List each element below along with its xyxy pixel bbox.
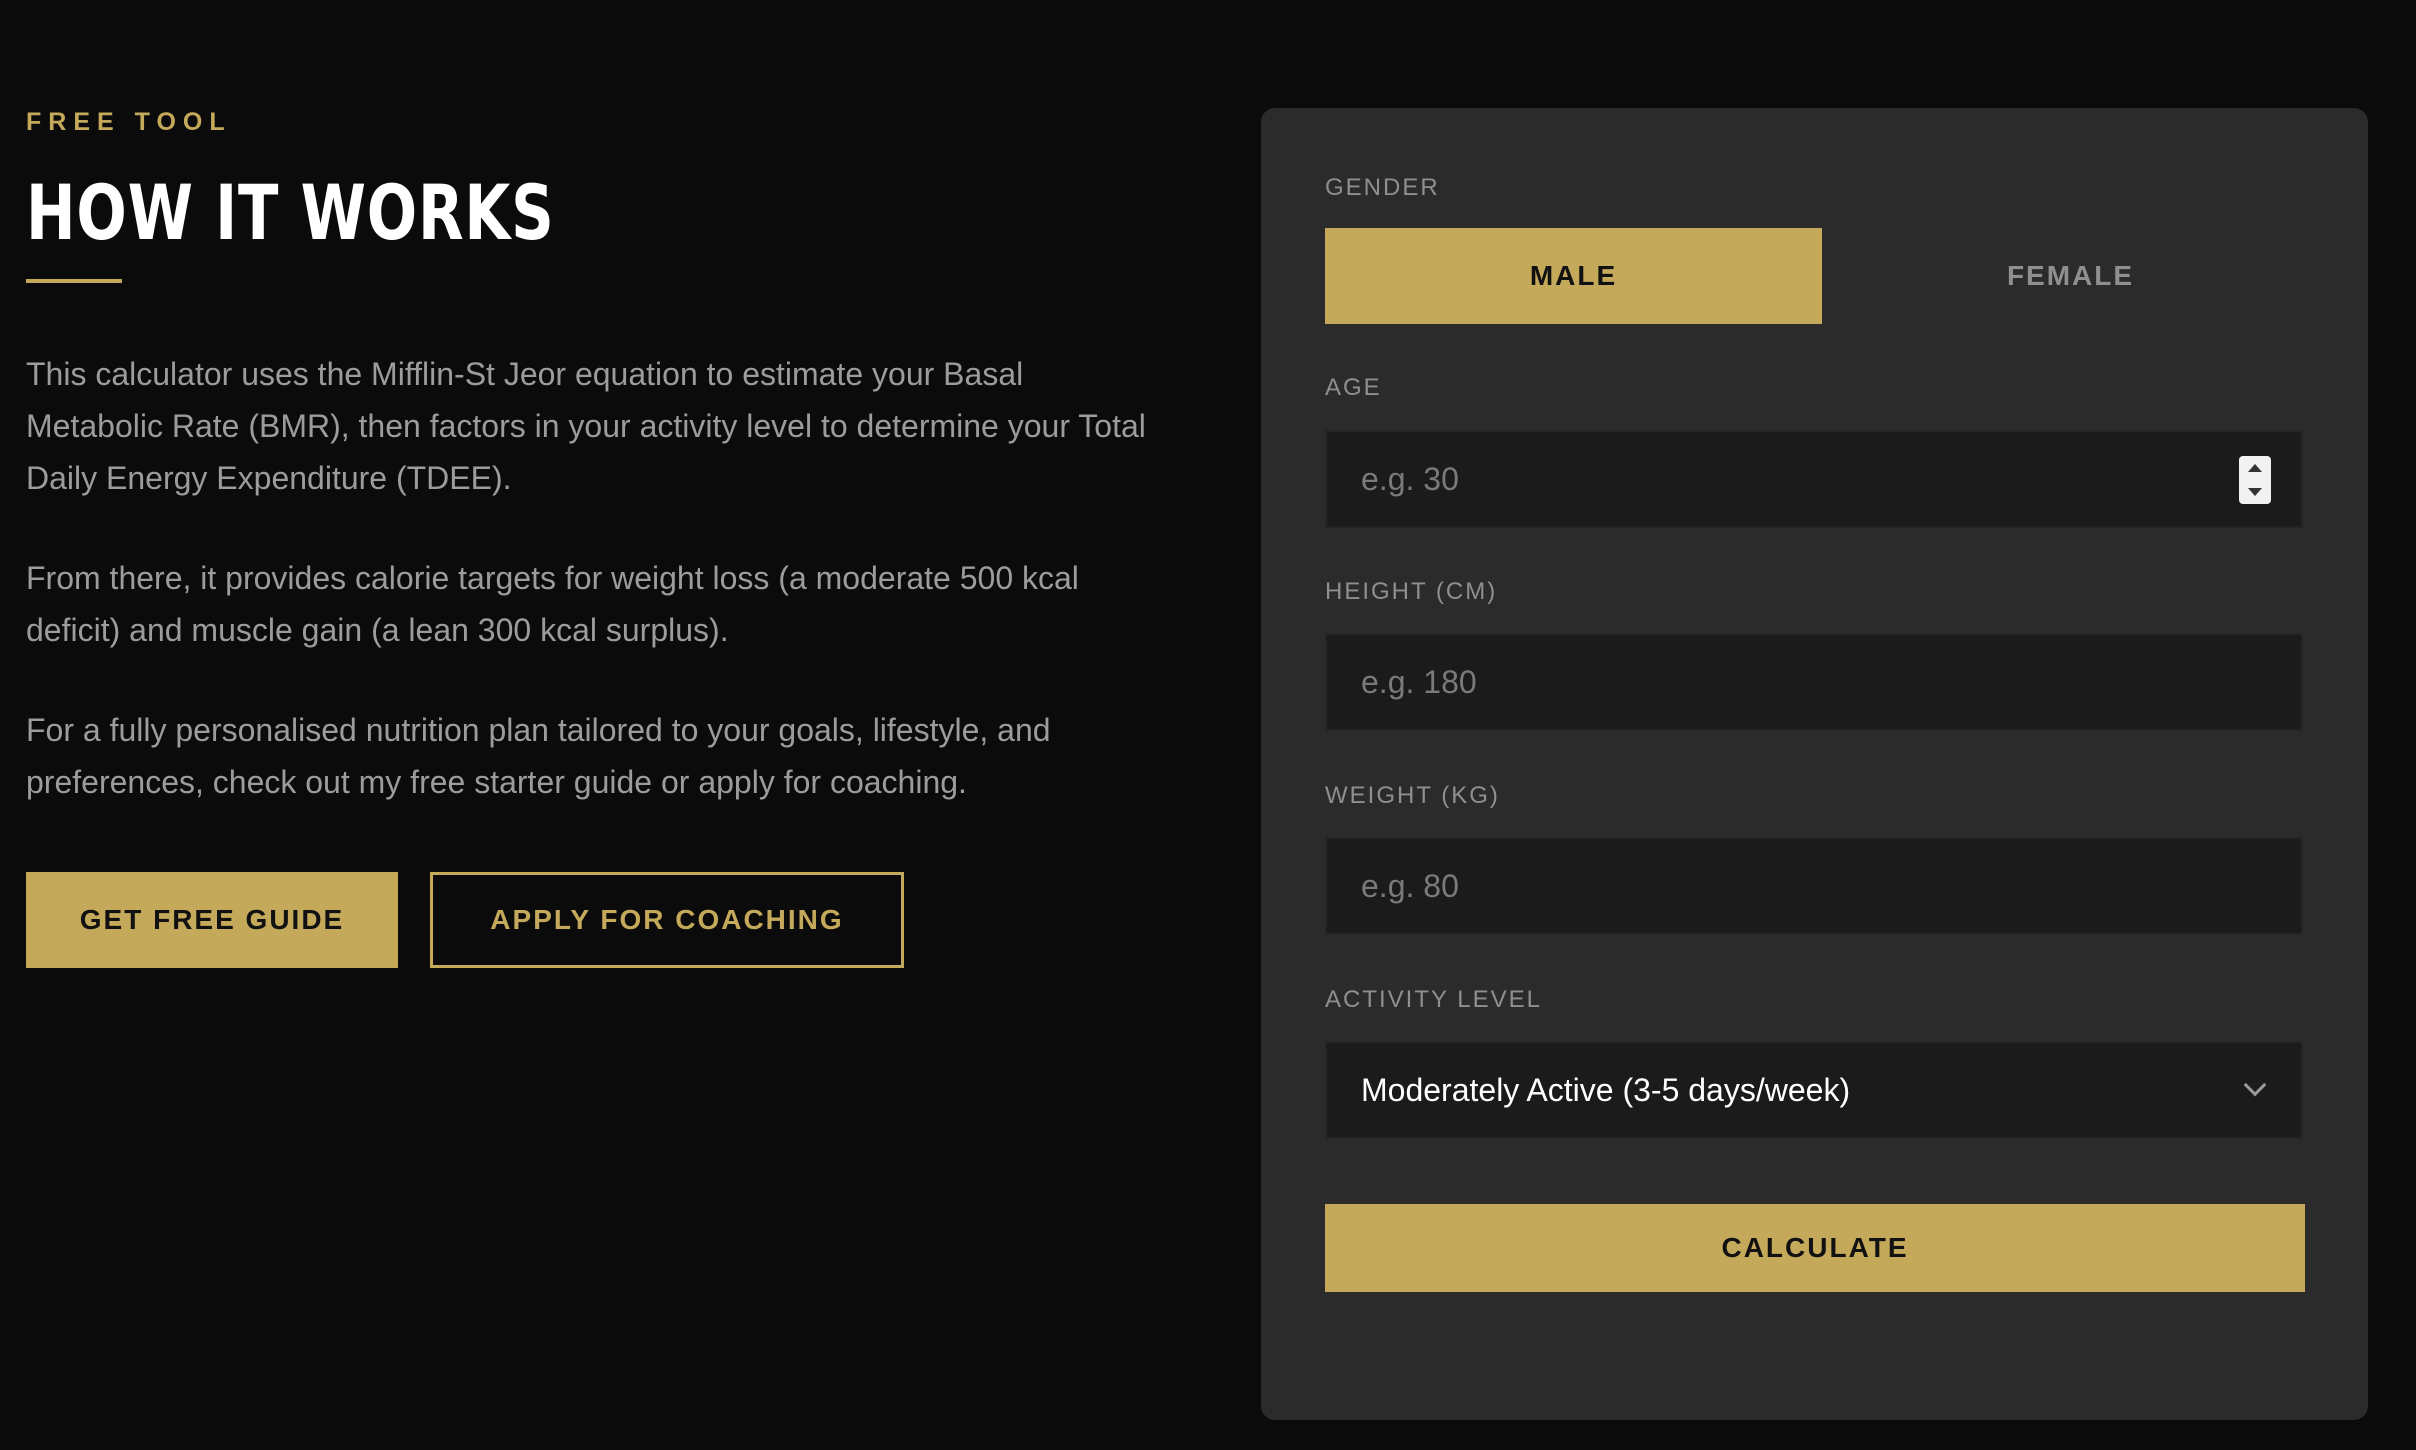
page: FREE TOOL HOW IT WORKS This calculator u…: [0, 0, 2416, 1450]
chevron-down-icon: [2243, 1073, 2267, 1097]
gender-label: GENDER: [1325, 174, 1440, 201]
targets-paragraph: From there, it provides calorie targets …: [26, 560, 1079, 648]
apply-for-coaching-button[interactable]: APPLY FOR COACHING: [430, 872, 904, 968]
activity-level-select[interactable]: Moderately Active (3-5 days/week): [1325, 1041, 2303, 1139]
age-stepper: [2239, 456, 2271, 504]
chevron-up-icon[interactable]: [2239, 456, 2271, 480]
cta-buttons: GET FREE GUIDE APPLY FOR COACHING: [26, 872, 904, 968]
get-free-guide-button[interactable]: GET FREE GUIDE: [26, 872, 398, 968]
height-input[interactable]: [1327, 635, 2301, 729]
intro-paragraph: This calculator uses the Mifflin-St Jeor…: [26, 356, 1146, 496]
title-underline: [26, 279, 122, 283]
activity-level-label: ACTIVITY LEVEL: [1325, 986, 1542, 1013]
coaching-paragraph: For a fully personalised nutrition plan …: [26, 712, 1051, 800]
gender-toggle: MALE FEMALE: [1325, 228, 2319, 324]
age-label: AGE: [1325, 374, 1382, 401]
gender-option-female[interactable]: FEMALE: [1822, 228, 2319, 324]
gender-option-male[interactable]: MALE: [1325, 228, 1822, 324]
chevron-down-icon[interactable]: [2239, 480, 2271, 504]
page-title: HOW IT WORKS: [26, 168, 555, 257]
weight-field-wrapper: [1325, 837, 2303, 935]
height-field-wrapper: [1325, 633, 2303, 731]
weight-input[interactable]: [1327, 839, 2301, 933]
eyebrow-label: FREE TOOL: [26, 108, 232, 136]
height-label: HEIGHT (CM): [1325, 578, 1498, 605]
activity-level-value: Moderately Active (3-5 days/week): [1361, 1071, 1851, 1108]
weight-label: WEIGHT (KG): [1325, 782, 1500, 809]
calculator-card: GENDER MALE FEMALE AGE HEIGHT (CM) WEIGH…: [1261, 108, 2368, 1420]
calculate-button[interactable]: CALCULATE: [1325, 1204, 2305, 1292]
age-field-wrapper: [1325, 430, 2303, 528]
age-input[interactable]: [1327, 432, 2301, 526]
